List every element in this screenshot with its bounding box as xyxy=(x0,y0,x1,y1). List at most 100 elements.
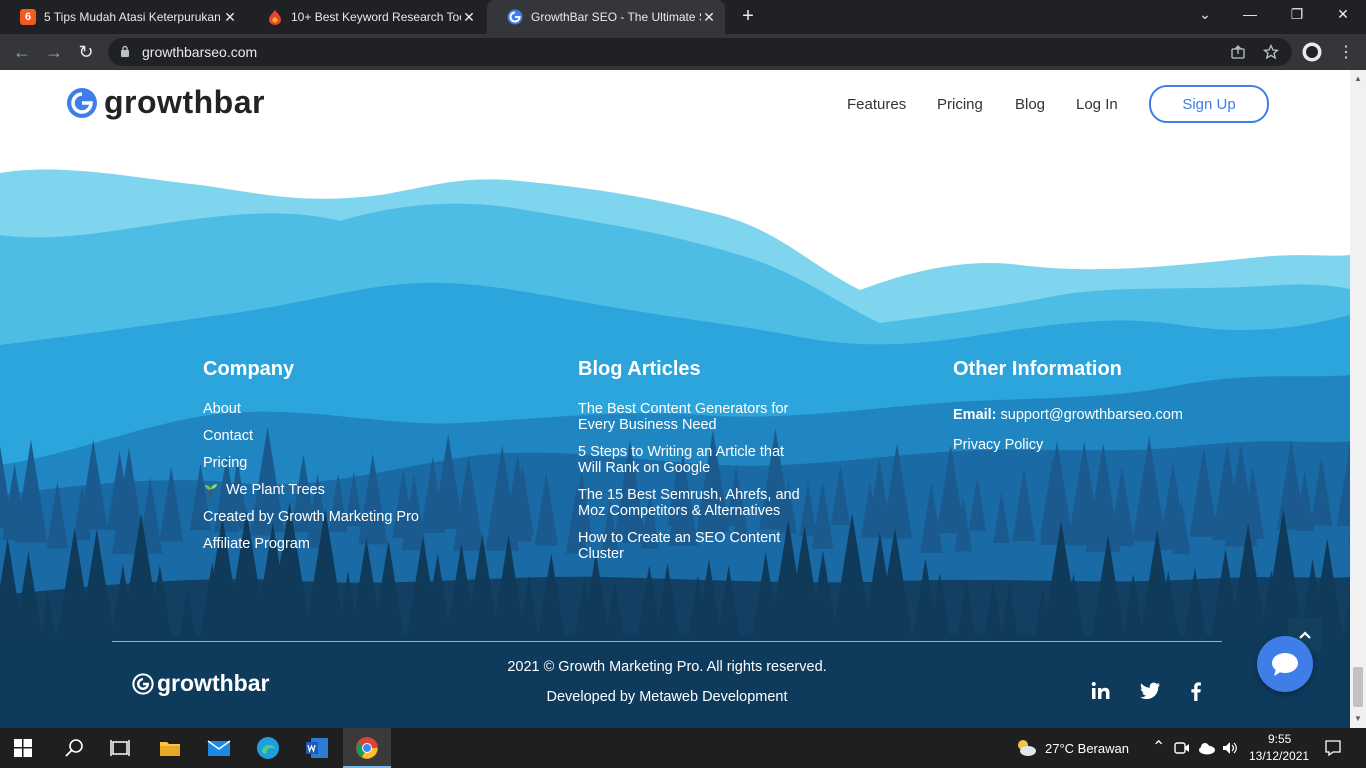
blog-link-line: The 15 Best Semrush, Ahrefs, and xyxy=(578,487,800,503)
address-bar[interactable]: growthbarseo.com xyxy=(108,38,1292,66)
clock-date[interactable]: 13/12/2021 xyxy=(1249,749,1309,763)
task-view-icon[interactable] xyxy=(108,736,132,760)
chrome-icon xyxy=(356,737,378,759)
lock-icon xyxy=(121,45,129,57)
facebook-icon[interactable] xyxy=(1185,680,1207,702)
tab-title: GrowthBar SEO - The Ultimate SE xyxy=(531,10,701,24)
onedrive-cloud-icon[interactable] xyxy=(1198,740,1216,756)
bookmark-star-icon[interactable] xyxy=(1263,44,1279,60)
page-scrollbar[interactable]: ▲ ▼ xyxy=(1350,70,1366,728)
close-icon[interactable]: ✕ xyxy=(222,9,238,26)
chevron-up-icon[interactable]: ⌃ xyxy=(1152,737,1165,757)
footer-blog-link[interactable]: 5 Steps to Writing an Article that Will … xyxy=(578,444,784,476)
search-icon[interactable] xyxy=(62,736,86,760)
mail-icon[interactable] xyxy=(207,736,231,760)
file-explorer-icon[interactable] xyxy=(158,736,182,760)
chat-bubble-icon xyxy=(1272,653,1298,676)
footer-blog-link[interactable]: The Best Content Generators for Every Bu… xyxy=(578,401,788,433)
footer-divider xyxy=(112,641,1222,642)
blog-link-line: The Best Content Generators for xyxy=(578,401,789,417)
share-icon[interactable] xyxy=(1230,44,1246,60)
tab-title: 5 Tips Mudah Atasi Keterpurukan xyxy=(44,10,221,24)
browser-tab-active[interactable]: GrowthBar SEO - The Ultimate SE ✕ xyxy=(487,0,725,34)
linkedin-icon[interactable] xyxy=(1090,680,1112,702)
menu-kebab-icon[interactable]: ⋮ xyxy=(1338,42,1354,62)
growthbar-logo-icon xyxy=(67,87,97,118)
footer-email[interactable]: Email: support@growthbarseo.com xyxy=(953,407,1183,423)
windows-taskbar: 27°C Berawan ⌃ 9:55 13/12/2021 xyxy=(0,728,1366,768)
browser-tab[interactable]: 6 5 Tips Mudah Atasi Keterpurukan ✕ xyxy=(0,0,246,34)
tab-search-chevron-icon[interactable]: ⌄ xyxy=(1193,6,1217,23)
email-label: Email: xyxy=(953,407,997,423)
footer-link-created-by[interactable]: Created by Growth Marketing Pro xyxy=(203,509,419,525)
twitter-icon[interactable] xyxy=(1139,680,1161,702)
footer-link-about[interactable]: About xyxy=(203,401,241,417)
email-address: support@growthbarseo.com xyxy=(1000,407,1183,423)
signup-button[interactable]: Sign Up xyxy=(1149,85,1269,123)
window-close-button[interactable]: ✕ xyxy=(1331,6,1355,23)
footer-link-pricing[interactable]: Pricing xyxy=(203,455,247,471)
growthbar-logo-icon xyxy=(132,672,154,695)
footer-wordmark: growthbar xyxy=(157,670,270,696)
footer-link-contact[interactable]: Contact xyxy=(203,428,253,444)
minimize-button[interactable]: — xyxy=(1238,6,1262,22)
site-logo[interactable]: growthbar xyxy=(66,84,265,121)
reload-button[interactable]: ↻ xyxy=(76,42,96,62)
blog-articles-heading: Blog Articles xyxy=(578,358,701,380)
chrome-taskbar-button[interactable] xyxy=(343,728,391,768)
restore-button[interactable]: ❐ xyxy=(1285,6,1309,23)
blog-link-line: Every Business Need xyxy=(578,417,717,433)
nav-login[interactable]: Log In xyxy=(1076,96,1118,113)
site-header: growthbar Features Pricing Blog Log In S… xyxy=(0,70,1350,138)
plant-trees-label: We Plant Trees xyxy=(226,482,325,498)
footer-link-privacy[interactable]: Privacy Policy xyxy=(953,437,1043,453)
meet-now-icon[interactable] xyxy=(1174,740,1190,756)
chat-widget-button[interactable] xyxy=(1257,636,1313,692)
company-heading: Company xyxy=(203,358,295,380)
blog-link-line: Moz Competitors & Alternatives xyxy=(578,503,781,519)
weather-partly-cloudy-icon[interactable] xyxy=(1014,736,1038,760)
clock-time[interactable]: 9:55 xyxy=(1268,732,1291,746)
footer-blog-link[interactable]: How to Create an SEO Content Cluster xyxy=(578,530,780,562)
tab-favicon-icon xyxy=(267,9,283,25)
tab-favicon-icon xyxy=(507,9,523,25)
footer-logo[interactable]: growthbar xyxy=(132,670,269,697)
word-icon[interactable] xyxy=(305,736,329,760)
web-page: growthbar Features Pricing Blog Log In S… xyxy=(0,70,1350,728)
back-button[interactable]: ← xyxy=(12,42,32,62)
logo-wordmark: growthbar xyxy=(104,84,265,120)
new-tab-button[interactable]: + xyxy=(738,6,758,26)
edge-browser-icon[interactable] xyxy=(256,736,280,760)
windows-start-icon[interactable] xyxy=(14,739,32,757)
scrollbar-thumb[interactable] xyxy=(1353,667,1363,707)
nav-pricing[interactable]: Pricing xyxy=(937,96,983,113)
footer-blog-link[interactable]: The 15 Best Semrush, Ahrefs, and Moz Com… xyxy=(578,487,800,519)
weather-text[interactable]: 27°C Berawan xyxy=(1045,741,1129,756)
blog-link-line: How to Create an SEO Content xyxy=(578,530,781,546)
close-icon[interactable]: ✕ xyxy=(461,9,477,26)
close-icon[interactable]: ✕ xyxy=(701,9,717,26)
blog-link-line: Will Rank on Google xyxy=(578,460,711,476)
tab-title: 10+ Best Keyword Research Tools xyxy=(291,10,461,24)
url-text: growthbarseo.com xyxy=(142,44,258,60)
notification-center-icon[interactable] xyxy=(1324,739,1342,757)
developed-by-text: Developed by Metaweb Development xyxy=(546,689,788,705)
browser-tab[interactable]: 10+ Best Keyword Research Tools ✕ xyxy=(247,0,485,34)
blog-link-line: Cluster xyxy=(578,546,624,562)
nav-features[interactable]: Features xyxy=(847,96,906,113)
volume-icon[interactable] xyxy=(1222,740,1238,756)
github-extension-icon[interactable] xyxy=(1302,42,1322,62)
browser-tab-bar: 6 5 Tips Mudah Atasi Keterpurukan ✕ 10+ … xyxy=(0,0,1366,34)
blog-link-line: 5 Steps to Writing an Article that xyxy=(578,444,785,460)
scroll-up-arrow-icon[interactable]: ▲ xyxy=(1354,74,1362,83)
footer-link-plant-trees[interactable]: We Plant Trees xyxy=(203,482,325,498)
sprout-icon xyxy=(205,484,217,497)
forward-button[interactable]: → xyxy=(44,42,64,62)
nav-blog[interactable]: Blog xyxy=(1015,96,1045,113)
copyright-text: 2021 © Growth Marketing Pro. All rights … xyxy=(507,659,827,675)
footer-link-affiliate[interactable]: Affiliate Program xyxy=(203,536,310,552)
other-information-heading: Other Information xyxy=(953,358,1122,380)
tab-favicon-icon: 6 xyxy=(20,9,36,25)
scroll-down-arrow-icon[interactable]: ▼ xyxy=(1354,714,1362,723)
browser-toolbar: ← → ↻ growthbarseo.com ⋮ xyxy=(0,34,1366,70)
